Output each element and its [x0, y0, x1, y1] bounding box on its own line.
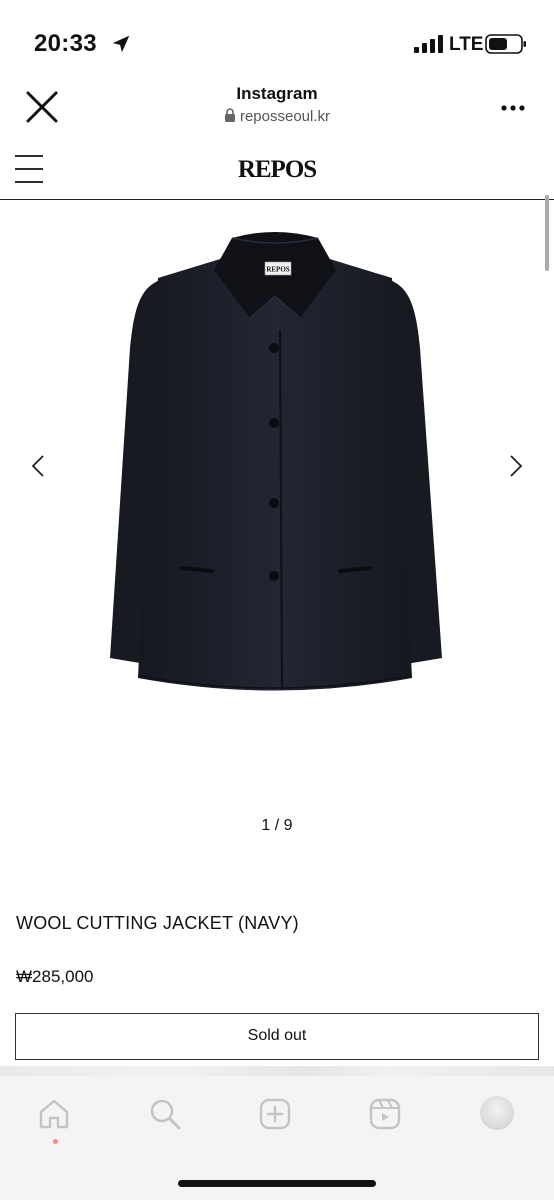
tab-home[interactable] — [36, 1096, 76, 1136]
tab-profile[interactable] — [480, 1096, 520, 1136]
tab-create[interactable] — [257, 1096, 297, 1136]
product-price: ₩285,000 — [16, 967, 94, 986]
home-indicator-bar — [178, 1180, 376, 1187]
location-arrow-icon — [112, 35, 130, 53]
product-image-carousel[interactable]: REPOS — [0, 200, 554, 800]
browser-url-text: reposseoul.kr — [239, 108, 331, 125]
carousel-page-counter: 1 / 9 — [261, 817, 293, 834]
chevron-right-icon[interactable] — [506, 454, 526, 478]
brand-label-text: REPOS — [266, 266, 289, 274]
tab-search[interactable] — [147, 1096, 187, 1136]
site-header: REPOS — [0, 146, 554, 200]
home-icon — [39, 1099, 69, 1129]
chevron-left-icon[interactable] — [28, 454, 48, 478]
lock-icon — [224, 108, 235, 122]
profile-avatar — [480, 1096, 514, 1130]
more-horizontal-icon[interactable] — [498, 96, 528, 120]
search-icon — [150, 1099, 181, 1130]
in-app-browser-header: Instagram reposseoul.kr — [0, 80, 554, 140]
cellular-signal-icon — [414, 35, 443, 53]
battery-icon — [485, 34, 526, 54]
status-time: 20:33 — [34, 30, 97, 57]
status-bar: 20:33 LTE — [0, 0, 554, 80]
home-activity-dot — [53, 1139, 58, 1144]
blurred-content-strip — [0, 1066, 554, 1076]
product-image-jacket: REPOS — [110, 232, 442, 691]
site-logo[interactable]: REPOS — [0, 156, 554, 184]
reels-icon — [369, 1098, 401, 1130]
network-type: LTE — [449, 34, 484, 55]
sold-out-button[interactable]: Sold out — [15, 1013, 539, 1060]
browser-url[interactable]: reposseoul.kr — [0, 108, 554, 125]
tab-reels[interactable] — [367, 1096, 407, 1136]
product-name: WOOL CUTTING JACKET (NAVY) — [16, 913, 299, 933]
browser-title: Instagram — [236, 84, 318, 103]
create-plus-icon — [259, 1098, 291, 1130]
